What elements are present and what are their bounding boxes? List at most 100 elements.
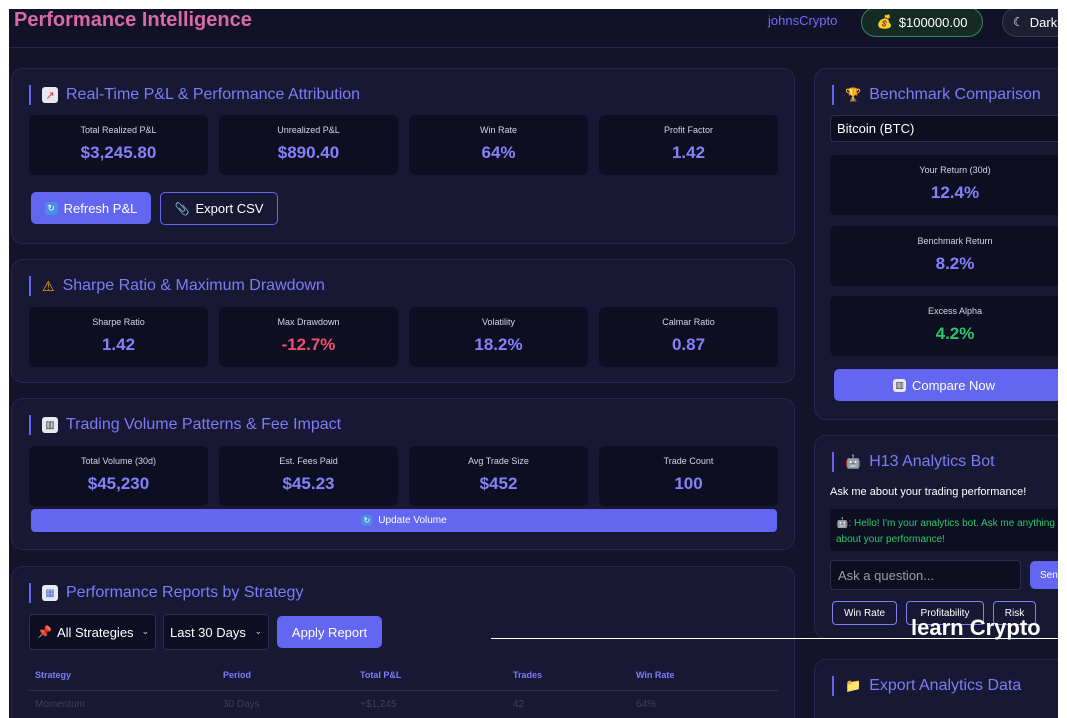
metric-value: -12.7% bbox=[281, 335, 336, 354]
apply-report-button[interactable]: Apply Report bbox=[277, 616, 382, 648]
benchmark-select[interactable]: Bitcoin (BTC) bbox=[830, 115, 1058, 142]
update-volume-label: Update Volume bbox=[378, 515, 447, 526]
balance-value: $100000.00 bbox=[898, 14, 968, 30]
export-csv-button[interactable]: 📎 Export CSV bbox=[160, 192, 278, 225]
paperclip-icon: 📎 bbox=[174, 201, 190, 216]
metric-label: Total Volume (30d) bbox=[80, 456, 157, 466]
metric-label: Est. Fees Paid bbox=[279, 456, 338, 466]
bot-card-title: 🤖 H13 Analytics Bot bbox=[832, 452, 995, 472]
sharpe-card-title: ⚠ Sharpe Ratio & Maximum Drawdown bbox=[29, 276, 325, 296]
chart-up-icon: ↗ bbox=[42, 87, 58, 103]
bot-subtitle: Ask me about your trading performance! bbox=[830, 486, 1027, 498]
top-header: Performance Intelligence johnsCrypto 💰 $… bbox=[9, 9, 1058, 48]
reports-card: ▦ Performance Reports by Strategy 📌 All … bbox=[11, 566, 795, 718]
benchmark-title-text: Benchmark Comparison bbox=[869, 86, 1041, 103]
col-header-period: Period bbox=[223, 670, 252, 680]
metric-value: 8.2% bbox=[935, 254, 975, 273]
quick-win-rate-button[interactable]: Win Rate bbox=[832, 601, 897, 625]
volume-title-text: Trading Volume Patterns & Fee Impact bbox=[66, 416, 342, 433]
metric-label: Profit Factor bbox=[663, 125, 713, 135]
cell-strategy: Momentum bbox=[35, 699, 86, 710]
metric-label: Unrealized P&L bbox=[277, 125, 340, 135]
cell-period: 30 Days bbox=[223, 699, 260, 710]
send-button[interactable]: Send bbox=[1030, 561, 1058, 589]
metric-label: Benchmark Return bbox=[917, 236, 993, 246]
send-label: Send bbox=[1040, 569, 1058, 581]
metric-benchmark-return: Benchmark Return 8.2% bbox=[830, 226, 1058, 286]
reports-card-title: ▦ Performance Reports by Strategy bbox=[29, 583, 303, 603]
benchmark-select-value: Bitcoin (BTC) bbox=[837, 121, 915, 136]
metric-label: Sharpe Ratio bbox=[92, 317, 145, 327]
username-link[interactable]: johnsCrypto bbox=[768, 13, 837, 28]
sharpe-title-text: Sharpe Ratio & Maximum Drawdown bbox=[62, 277, 325, 294]
table-divider bbox=[29, 690, 778, 691]
watermark-text: learn Crypto bbox=[911, 615, 1041, 640]
chevron-down-icon: ⌄ bbox=[254, 625, 262, 636]
pushpin-icon: 📌 bbox=[37, 625, 52, 639]
cell-total-pnl: +$1,245 bbox=[360, 699, 397, 710]
robot-icon: 🤖 bbox=[836, 518, 849, 529]
compare-now-button[interactable]: ▥ Compare Now bbox=[834, 369, 1058, 401]
question-input[interactable]: Ask a question... bbox=[830, 560, 1021, 590]
update-volume-button[interactable]: ↻ Update Volume bbox=[31, 509, 777, 532]
metric-value: 100 bbox=[674, 474, 703, 493]
metric-profit-factor: Profit Factor 1.42 bbox=[599, 115, 778, 175]
cell-trades: 42 bbox=[513, 699, 525, 710]
metric-total-volume: Total Volume (30d) $45,230 bbox=[29, 446, 208, 506]
warning-icon: ⚠ bbox=[42, 277, 55, 294]
refresh-pnl-label: Refresh P&L bbox=[63, 200, 138, 216]
benchmark-card: 🏆 Benchmark Comparison Bitcoin (BTC) You… bbox=[814, 68, 1058, 420]
trophy-icon: 🏆 bbox=[845, 87, 862, 102]
folder-icon: 📁 bbox=[845, 678, 862, 693]
table-row[interactable]: Momentum 30 Days +$1,245 42 64% bbox=[12, 699, 792, 713]
cell-win-rate: 64% bbox=[636, 699, 657, 710]
bar-chart-icon: ▥ bbox=[42, 417, 58, 433]
compare-now-label: Compare Now bbox=[911, 377, 996, 393]
metric-value: 1.42 bbox=[671, 143, 706, 162]
benchmark-card-title: 🏆 Benchmark Comparison bbox=[832, 85, 1041, 105]
export-card-title: 📁 Export Analytics Data bbox=[832, 676, 1021, 696]
export-csv-label: Export CSV bbox=[195, 201, 264, 216]
period-select[interactable]: Last 30 Days ⌄ bbox=[163, 614, 269, 650]
metric-value: $3,245.80 bbox=[80, 143, 157, 162]
col-header-win-rate: Win Rate bbox=[636, 670, 675, 680]
metric-max-drawdown: Max Drawdown -12.7% bbox=[219, 307, 398, 367]
sharpe-card: ⚠ Sharpe Ratio & Maximum Drawdown Sharpe… bbox=[11, 259, 795, 383]
metric-unrealized-pnl: Unrealized P&L $890.40 bbox=[219, 115, 398, 175]
bot-message: 🤖: Hello! I'm your analytics bot. Ask me… bbox=[830, 509, 1058, 551]
metric-your-return: Your Return (30d) 12.4% bbox=[830, 155, 1058, 215]
export-title-text: Export Analytics Data bbox=[869, 677, 1022, 694]
metric-label: Trade Count bbox=[663, 456, 714, 466]
metric-value: 1.42 bbox=[101, 335, 136, 354]
bar-chart-icon: ▥ bbox=[892, 378, 906, 392]
metric-label: Avg Trade Size bbox=[468, 456, 529, 466]
export-card: 📁 Export Analytics Data bbox=[814, 659, 1058, 718]
refresh-pnl-button[interactable]: ↻ Refresh P&L bbox=[31, 192, 151, 224]
pnl-card: ↗ Real-Time P&L & Performance Attributio… bbox=[11, 68, 795, 244]
volume-card-title: ▥ Trading Volume Patterns & Fee Impact bbox=[29, 415, 341, 435]
col-header-total-pnl: Total P&L bbox=[360, 670, 402, 680]
metric-label: Win Rate bbox=[479, 125, 517, 135]
metric-value: 0.87 bbox=[671, 335, 706, 354]
app-window: Performance Intelligence johnsCrypto 💰 $… bbox=[9, 9, 1058, 718]
metric-value: 12.4% bbox=[930, 183, 980, 202]
metric-value: 64% bbox=[481, 143, 516, 162]
metric-est-fees: Est. Fees Paid $45.23 bbox=[219, 446, 398, 506]
theme-toggle-button[interactable]: ☾ Dark bbox=[1002, 9, 1058, 37]
apply-report-label: Apply Report bbox=[291, 624, 368, 640]
metric-value: 4.2% bbox=[935, 324, 975, 343]
balance-badge[interactable]: 💰 $100000.00 bbox=[861, 9, 983, 37]
metric-value: $45.23 bbox=[282, 474, 335, 493]
metric-value: 18.2% bbox=[474, 335, 523, 354]
pnl-card-title: ↗ Real-Time P&L & Performance Attributio… bbox=[29, 85, 360, 105]
metric-label: Excess Alpha bbox=[927, 306, 983, 316]
reports-title-text: Performance Reports by Strategy bbox=[66, 584, 304, 601]
refresh-icon: ↻ bbox=[361, 515, 373, 526]
bot-card: 🤖 H13 Analytics Bot Ask me about your tr… bbox=[814, 435, 1058, 639]
strategy-select[interactable]: 📌 All Strategies ⌄ bbox=[29, 614, 156, 650]
pnl-title-text: Real-Time P&L & Performance Attribution bbox=[66, 86, 361, 103]
metric-label: Volatility bbox=[481, 317, 516, 327]
metric-calmar-ratio: Calmar Ratio 0.87 bbox=[599, 307, 778, 367]
metric-label: Your Return (30d) bbox=[919, 165, 991, 175]
metric-avg-trade-size: Avg Trade Size $452 bbox=[409, 446, 588, 506]
